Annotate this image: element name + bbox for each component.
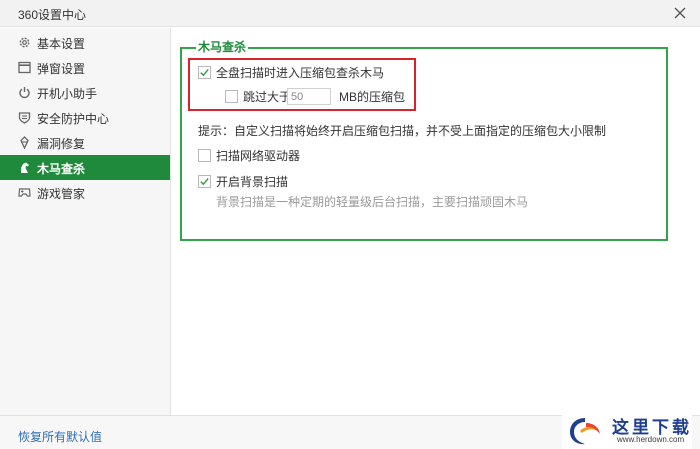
check-icon <box>200 68 209 77</box>
sidebar-item-label: 游戏管家 <box>37 187 86 201</box>
sidebar: 基本设置 弹窗设置 开机小助手 安全防护中心 漏洞修复 木马查杀 游戏管家 <box>0 28 171 415</box>
background-scan-label: 开启背景扫描 <box>216 175 289 189</box>
sidebar-item-popup-settings[interactable]: 弹窗设置 <box>0 55 170 80</box>
title-bar: 360设置中心 <box>0 0 700 27</box>
scan-network-drives-checkbox[interactable] <box>198 149 211 162</box>
background-scan-description: 背景扫描是一种定期的轻量级后台扫描，主要扫描顽固木马 <box>216 195 529 209</box>
scan-archives-checkbox[interactable] <box>198 66 211 79</box>
skip-larger-checkbox[interactable] <box>225 90 238 103</box>
sidebar-item-security-center[interactable]: 安全防护中心 <box>0 105 170 130</box>
watermark-url: www.herdown.com <box>617 435 685 444</box>
sidebar-item-game-manager[interactable]: 游戏管家 <box>0 180 170 205</box>
close-button[interactable] <box>670 3 690 23</box>
sidebar-item-label: 安全防护中心 <box>37 112 110 126</box>
gamepad-icon <box>18 186 31 199</box>
sidebar-item-startup-assistant[interactable]: 开机小助手 <box>0 80 170 105</box>
archive-size-input[interactable] <box>287 88 331 105</box>
group-title: 木马查杀 <box>196 40 249 54</box>
watermark-logo: 这里下载 www.herdown.com <box>562 412 692 449</box>
scan-network-drives-label: 扫描网络驱动器 <box>216 149 301 163</box>
sidebar-item-label: 弹窗设置 <box>37 62 86 76</box>
sidebar-item-basic-settings[interactable]: 基本设置 <box>0 30 170 55</box>
sidebar-item-label: 开机小助手 <box>37 87 98 101</box>
power-icon <box>18 86 31 99</box>
sidebar-item-label: 漏洞修复 <box>37 137 86 151</box>
sidebar-item-trojan-scan[interactable]: 木马查杀 <box>0 155 170 180</box>
sidebar-item-vulnerability-repair[interactable]: 漏洞修复 <box>0 130 170 155</box>
sidebar-item-label: 基本设置 <box>37 37 86 51</box>
sidebar-item-label: 木马查杀 <box>37 162 86 176</box>
window-title: 360设置中心 <box>18 8 87 22</box>
skip-larger-prefix: 跳过大于 <box>243 90 292 104</box>
horse-icon <box>18 161 31 174</box>
window-icon <box>18 61 31 74</box>
logo-swoosh-icon <box>570 418 600 445</box>
tip-text: 提示：自定义扫描将始终开启压缩包扫描，并不受上面指定的压缩包大小限制 <box>198 124 607 138</box>
shield-icon <box>18 111 31 124</box>
gear-icon <box>18 36 31 49</box>
scan-archives-label: 全盘扫描时进入压缩包查杀木马 <box>216 66 385 80</box>
background-scan-checkbox[interactable] <box>198 175 211 188</box>
check-icon <box>200 177 209 186</box>
bandage-icon <box>18 136 31 149</box>
skip-larger-suffix: MB的压缩包 <box>339 90 406 104</box>
close-icon <box>674 7 686 19</box>
restore-defaults-link[interactable]: 恢复所有默认值 <box>18 428 102 445</box>
